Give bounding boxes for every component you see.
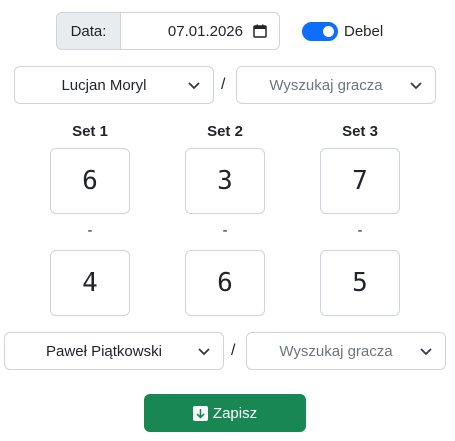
team2-player1-value: Paweł Piątkowski: [46, 342, 162, 360]
chevron-down-icon: [188, 82, 200, 90]
set-3-team2-score[interactable]: 5: [320, 250, 400, 316]
set-3-title: Set 3: [342, 123, 378, 140]
team1-player2-placeholder: Wyszukaj gracza: [269, 76, 383, 94]
team1-player1-value: Lucjan Moryl: [61, 76, 147, 94]
save-button[interactable]: Zapisz: [144, 394, 306, 432]
date-value: 07.01.2026: [167, 22, 243, 40]
calendar-icon[interactable]: [253, 24, 267, 38]
team1-separator: /: [221, 76, 226, 93]
set-1-team1-score[interactable]: 6: [50, 148, 130, 214]
team2-separator: /: [231, 342, 236, 359]
chevron-down-icon: [198, 348, 210, 356]
set-3-dash: -: [357, 222, 363, 239]
set-2-dash: -: [222, 222, 228, 239]
set-2-team1-score[interactable]: 3: [185, 148, 265, 214]
chevron-down-icon: [410, 82, 422, 90]
team2-player2-select[interactable]: Wyszukaj gracza: [246, 332, 446, 370]
team2-player1-select[interactable]: Paweł Piątkowski: [4, 332, 224, 370]
download-icon: [192, 405, 208, 421]
save-button-label: Zapisz: [212, 404, 258, 422]
date-input-group: Data: 07.01.2026: [56, 12, 280, 50]
set-1-team2-score[interactable]: 4: [50, 250, 130, 316]
chevron-down-icon: [420, 348, 432, 356]
team1-player2-select[interactable]: Wyszukaj gracza: [236, 66, 436, 104]
doubles-label: Debel: [344, 23, 384, 40]
set-3-team1-score[interactable]: 7: [320, 148, 400, 214]
toggle-knob: [323, 26, 334, 37]
set-1-title: Set 1: [72, 123, 108, 140]
team2-player2-placeholder: Wyszukaj gracza: [279, 342, 393, 360]
set-2-title: Set 2: [207, 123, 243, 140]
date-input[interactable]: 07.01.2026: [121, 12, 280, 50]
date-label: Data:: [56, 12, 121, 50]
doubles-toggle[interactable]: [302, 22, 338, 41]
set-2-team2-score[interactable]: 6: [185, 250, 265, 316]
team1-player1-select[interactable]: Lucjan Moryl: [14, 66, 214, 104]
set-1-dash: -: [87, 222, 93, 239]
